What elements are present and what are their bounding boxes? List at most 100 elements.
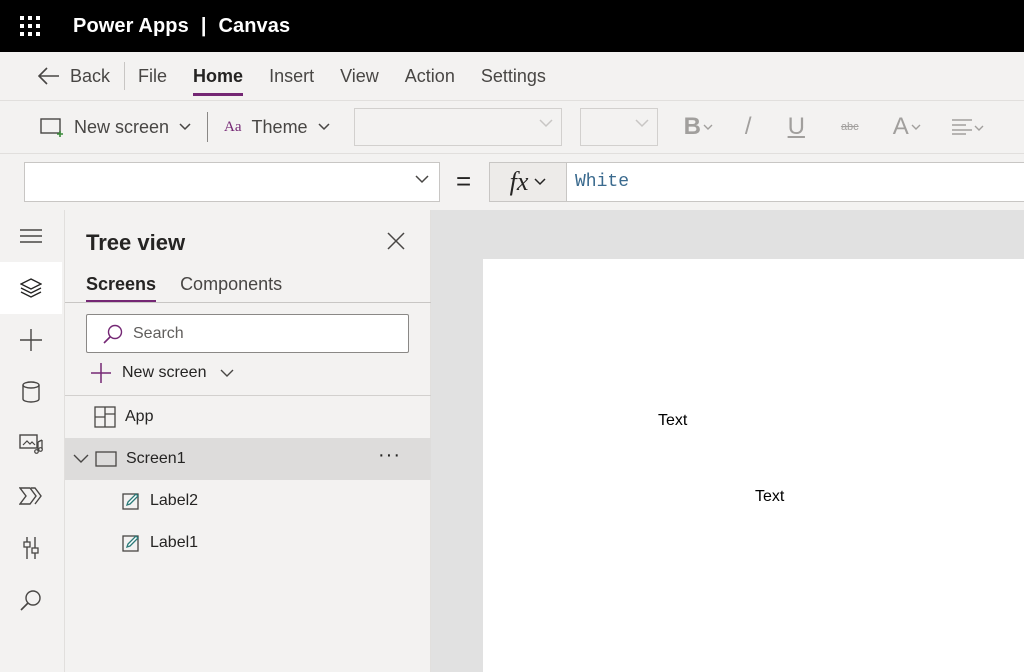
- hamburger-menu-button[interactable]: [0, 210, 62, 262]
- screen-icon: [95, 451, 117, 467]
- tree-item-label2[interactable]: Label2: [65, 480, 431, 522]
- theme-label: Theme: [251, 116, 308, 137]
- back-label: Back: [70, 65, 111, 86]
- canvas-label-1[interactable]: Text: [755, 488, 784, 506]
- back-arrow-icon: [38, 67, 59, 85]
- menu-file[interactable]: File: [125, 52, 180, 100]
- canvas-area: Text Text: [431, 210, 1024, 672]
- formula-bar: = fx White: [0, 154, 1024, 210]
- tree-item-app[interactable]: App: [65, 396, 431, 438]
- strikethrough-button[interactable]: abc: [841, 121, 859, 133]
- menu-settings-label: Settings: [480, 65, 546, 86]
- more-options-icon[interactable]: ···: [378, 444, 401, 467]
- theme-icon: Aa: [224, 118, 242, 135]
- tree-tabs: Screens Components: [86, 274, 282, 303]
- menu-home[interactable]: Home: [180, 52, 256, 100]
- italic-button[interactable]: /: [745, 113, 752, 141]
- new-screen-icon: [40, 118, 63, 137]
- canvas-screen[interactable]: Text Text: [483, 259, 1024, 672]
- tree-item-label: Screen1: [126, 450, 186, 467]
- bold-button[interactable]: B: [684, 113, 713, 141]
- waffle-icon: [20, 16, 40, 36]
- label-edit-icon: [122, 492, 140, 510]
- align-button[interactable]: [951, 118, 985, 136]
- database-icon: [22, 381, 40, 403]
- search-input[interactable]: Search: [86, 314, 409, 353]
- chevron-down-icon: [318, 123, 330, 131]
- search-placeholder: Search: [133, 324, 184, 342]
- panel-title: Tree view: [86, 230, 186, 255]
- menu-insert-label: Insert: [269, 65, 315, 86]
- italic-icon: /: [744, 113, 752, 140]
- ribbon-divider: [207, 112, 209, 142]
- close-icon: [387, 232, 405, 250]
- label-edit-icon: [122, 534, 140, 552]
- app-type: Canvas: [218, 14, 291, 37]
- chevron-down-icon: [415, 175, 429, 184]
- new-screen-label: New screen: [74, 116, 170, 137]
- search-icon: [103, 324, 123, 344]
- tree-view-button[interactable]: [0, 262, 62, 314]
- theme-button[interactable]: Aa Theme: [224, 109, 330, 145]
- chevron-down-icon: [911, 124, 921, 130]
- tree-item-label1[interactable]: Label1: [65, 522, 431, 564]
- underline-button[interactable]: U: [788, 113, 805, 141]
- bold-icon: B: [683, 113, 701, 140]
- equals-sign: =: [456, 166, 472, 196]
- fx-button[interactable]: fx: [489, 162, 567, 202]
- media-button[interactable]: [0, 418, 62, 470]
- font-family-select[interactable]: [353, 108, 562, 146]
- chevron-down-icon: [534, 178, 546, 186]
- font-color-icon: A: [892, 113, 909, 140]
- tab-screens[interactable]: Screens: [86, 274, 157, 303]
- data-button[interactable]: [0, 366, 62, 418]
- new-screen-tree-label: New screen: [122, 364, 207, 381]
- property-select[interactable]: [24, 162, 440, 202]
- left-rail: [0, 210, 65, 672]
- layers-icon: [20, 278, 42, 298]
- close-button[interactable]: [387, 232, 405, 255]
- canvas-label-2[interactable]: Text: [658, 412, 687, 430]
- strikethrough-icon: abc: [840, 121, 859, 133]
- power-automate-button[interactable]: [0, 470, 62, 522]
- align-left-icon: [951, 119, 984, 135]
- chevron-down-icon: [539, 119, 553, 128]
- tree-item-screen1[interactable]: Screen1 ···: [65, 438, 431, 480]
- formula-input[interactable]: White: [566, 162, 1024, 202]
- chevron-down-icon: [635, 119, 649, 128]
- title-separator: |: [200, 14, 207, 37]
- insert-button[interactable]: [0, 314, 62, 366]
- ribbon-toolbar: New screen Aa Theme B / U abc A: [0, 100, 1024, 154]
- new-screen-tree-button[interactable]: New screen: [90, 362, 234, 384]
- fx-icon: fx: [509, 167, 529, 196]
- tree-item-label: App: [125, 408, 154, 425]
- menu-insert[interactable]: Insert: [256, 52, 327, 100]
- menu-file-label: File: [138, 65, 168, 86]
- chevron-down-icon: [703, 124, 713, 130]
- menu-action-label: Action: [404, 65, 455, 86]
- advanced-tools-button[interactable]: [0, 522, 62, 574]
- power-automate-icon: [19, 487, 42, 505]
- back-button[interactable]: Back: [38, 62, 126, 90]
- chevron-down-icon[interactable]: [73, 454, 89, 464]
- chevron-down-icon: [179, 123, 191, 131]
- menu-action[interactable]: Action: [392, 52, 468, 100]
- menu-settings[interactable]: Settings: [468, 52, 559, 100]
- tree-item-label: Label2: [150, 492, 199, 509]
- app-launcher-button[interactable]: [0, 0, 60, 52]
- hamburger-icon: [20, 229, 42, 243]
- search-button[interactable]: [0, 574, 62, 626]
- font-size-select[interactable]: [579, 108, 658, 146]
- font-color-button[interactable]: A: [893, 113, 921, 141]
- app-grid-icon: [94, 406, 116, 428]
- new-screen-button[interactable]: New screen: [40, 109, 191, 145]
- app-name: Power Apps: [73, 14, 189, 37]
- tab-components[interactable]: Components: [180, 274, 282, 301]
- menu-view-label: View: [340, 65, 379, 86]
- search-icon: [20, 590, 41, 611]
- plus-icon: [91, 363, 111, 383]
- menu-home-label: Home: [193, 65, 244, 86]
- formula-text: White: [575, 172, 630, 192]
- plus-icon: [20, 329, 42, 351]
- menu-view[interactable]: View: [327, 52, 392, 100]
